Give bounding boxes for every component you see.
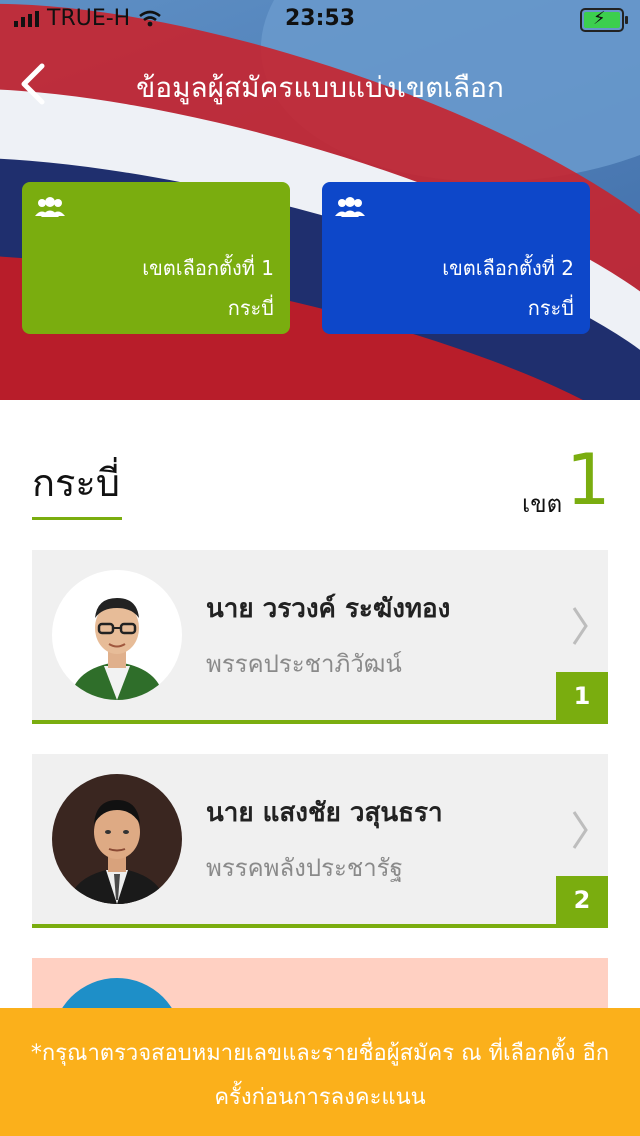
zone-card-1[interactable]: เขตเลือกตั้งที่ 1 กระบี่ (22, 182, 290, 334)
chevron-right-icon (572, 811, 588, 849)
candidate-party: พรรคพลังประชารัฐ (206, 854, 403, 882)
candidate-party: พรรคประชาภิวัฒน์ (206, 650, 402, 678)
zone-number: 1 (566, 439, 611, 521)
candidate-card-2[interactable]: นาย แสงชัย วสุนธรา พรรคพลังประชารัฐ 2 (32, 754, 608, 928)
section-province-title: กระบี่ (32, 461, 120, 505)
chevron-right-icon (572, 607, 588, 645)
section-underline (32, 517, 122, 520)
chevron-left-icon (21, 63, 45, 105)
zone-word: เขต (522, 490, 563, 518)
candidate-avatar (52, 774, 182, 904)
candidate-number-badge: 1 (556, 672, 608, 720)
back-button[interactable] (16, 60, 60, 108)
battery-icon: ⚡ (580, 8, 628, 32)
candidate-card-1[interactable]: นาย วรวงค์ ระฆังทอง พรรคประชาภิวัฒน์ 1 (32, 550, 608, 724)
people-icon (335, 197, 365, 217)
candidate-number-badge: 2 (556, 876, 608, 924)
zone-card-province: กระบี่ (527, 296, 574, 320)
zone-card-label: เขตเลือกตั้งที่ 2 (442, 256, 574, 280)
zone-card-2[interactable]: เขตเลือกตั้งที่ 2 กระบี่ (322, 182, 590, 334)
candidate-name: นาย วรวงค์ ระฆังทอง (206, 594, 451, 624)
page-title: ข้อมูลผู้สมัครแบบแบ่งเขตเลือก (136, 71, 504, 104)
people-icon (35, 197, 65, 217)
zone-card-label: เขตเลือกตั้งที่ 1 (142, 256, 274, 280)
zone-card-province: กระบี่ (227, 296, 274, 320)
notice-banner: *กรุณาตรวจสอบหมายเลขและรายชื่อผู้สมัคร ณ… (0, 1008, 640, 1136)
candidate-name: นาย แสงชัย วสุนธรา (206, 798, 443, 828)
candidate-avatar (52, 570, 182, 700)
status-bar: TRUE-H 23:53 ⚡ (0, 0, 640, 40)
clock: 23:53 (284, 6, 356, 31)
